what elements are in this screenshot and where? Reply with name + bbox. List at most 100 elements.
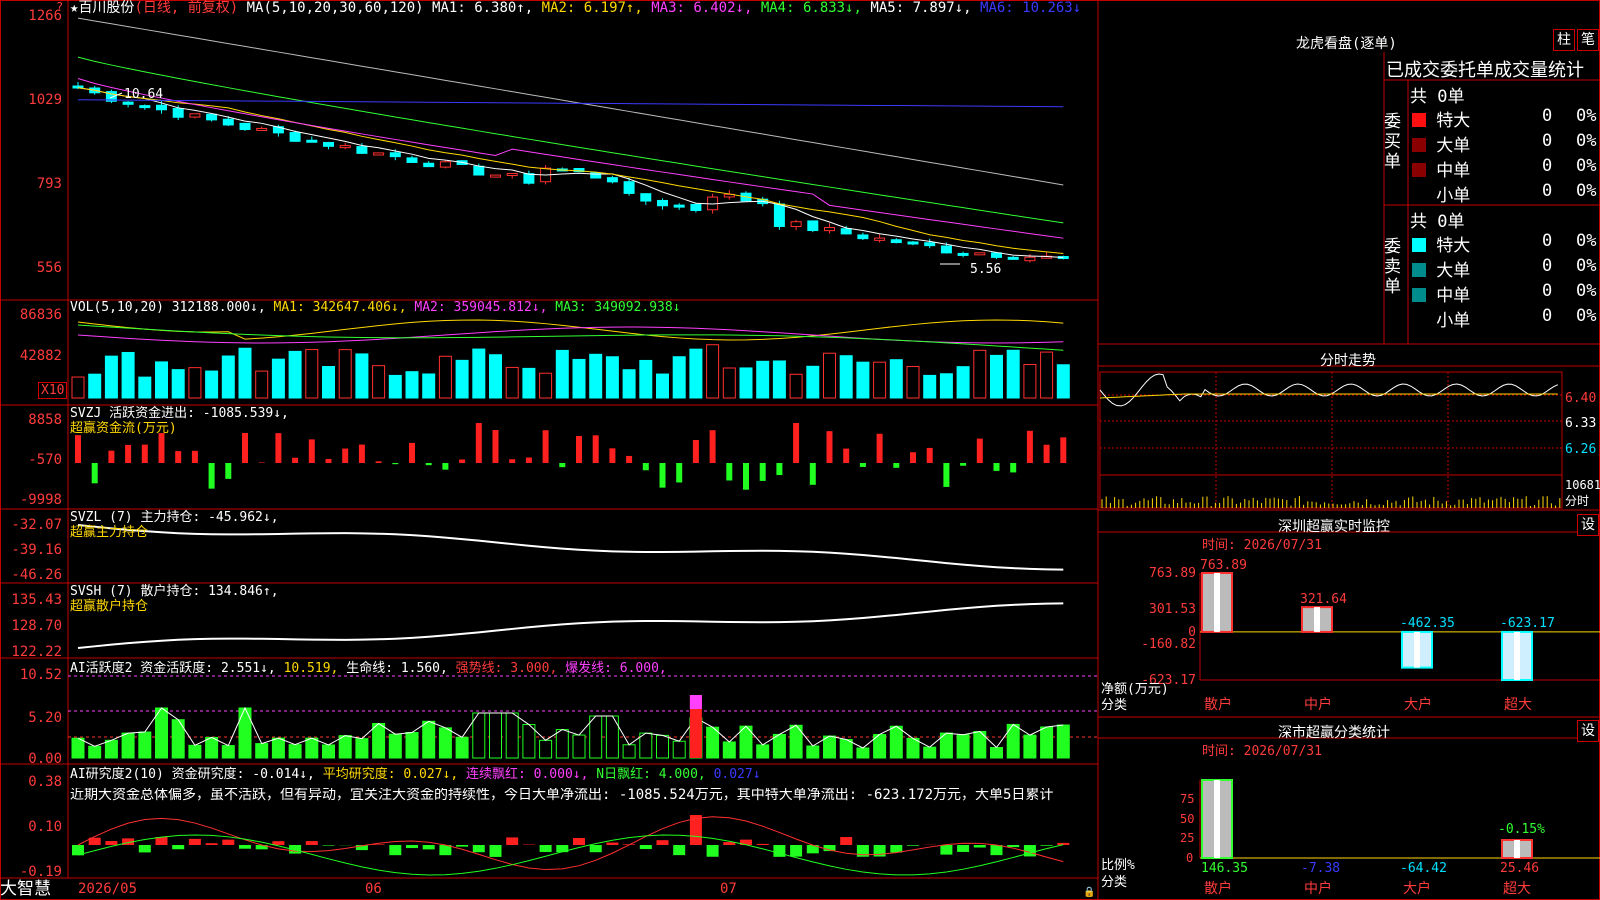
brand-logo[interactable]: 大智慧 (0, 879, 51, 899)
svsh-line (77, 602, 1064, 649)
svzj-bar (392, 463, 399, 465)
ma-line-5 (77, 17, 1064, 186)
ma5-value: MA5: 7.897↓, (870, 0, 972, 16)
ai-res-bar (322, 845, 335, 846)
buy-row: 中单 (1412, 156, 1470, 181)
szm-bar-highlight (1514, 631, 1520, 680)
ai-act-ytick-1: 10.52 (19, 667, 62, 683)
volume-bar (1006, 349, 1020, 399)
volume-bar (939, 373, 953, 399)
outer-frame (0, 0, 1600, 900)
svzl-ytick-1: -32.07 (11, 517, 62, 533)
ai-res-bar (506, 837, 519, 845)
svzj-bar (125, 444, 132, 463)
candle-body (807, 220, 819, 232)
svzj-bar (809, 463, 816, 485)
ai-act-bar (155, 707, 168, 759)
ai-res-bar (606, 842, 619, 845)
ai-act-bar (1023, 734, 1037, 759)
ai-act-bar (422, 720, 436, 759)
ai-res-bar (706, 845, 719, 857)
svzj-bar (843, 448, 850, 463)
sell-count: 0 (1542, 281, 1553, 301)
ai-res-bar (756, 843, 769, 845)
svzj-bar (141, 444, 148, 463)
szm-ytick: -160.82 (1141, 637, 1196, 653)
volume-bar (572, 358, 586, 399)
lhb-bar-mode-button[interactable]: 柱 (1553, 29, 1575, 51)
ai-res-header: AI研究度2(10) 资金研究度: -0.014↓, 平均研究度: 0.027↓… (70, 767, 761, 782)
period-mode[interactable]: (日线, 前复权) (134, 0, 238, 16)
ai-act-bar (1056, 724, 1070, 759)
ma2-value: MA2: 6.197↑, (541, 0, 643, 16)
svzj-bar (1010, 463, 1017, 473)
candle-body (423, 162, 435, 168)
ai-act-bar (405, 732, 419, 759)
ai-act-bar (322, 744, 335, 759)
vol-ma2 (77, 326, 1064, 344)
volume-bar (288, 350, 302, 399)
lock-icon[interactable]: 🔒 (1083, 885, 1095, 900)
szm-value-label: 763.89 (1200, 558, 1247, 573)
svzj-ytick-3: -9998 (19, 492, 62, 508)
candle-body (72, 85, 84, 89)
volume-bar (973, 349, 987, 399)
svzj-bar (375, 461, 382, 463)
sz-class-settings-button[interactable]: 设 (1577, 720, 1599, 742)
ai-act-bar (388, 733, 402, 759)
ai-act-bar (205, 736, 219, 759)
svzj-bar (442, 463, 449, 470)
szm-category: 超大 (1504, 697, 1532, 713)
candle-body (991, 252, 1002, 258)
buy-percent: 0% (1576, 156, 1597, 176)
volume-bar (171, 369, 185, 399)
volume-bar (639, 359, 653, 399)
volume-bar (522, 367, 536, 399)
candle-body (523, 173, 535, 184)
volume-bar (722, 367, 736, 399)
ai-res-bar (489, 845, 502, 857)
svzj-bar (960, 463, 967, 466)
lhb-tick-mode-button[interactable]: 笔 (1577, 29, 1599, 51)
main-ytick-1: 1266 (28, 8, 62, 24)
candle-body (222, 118, 234, 126)
sell-percent: 0% (1576, 306, 1597, 326)
volume-bar (990, 354, 1003, 399)
ai-act-v5: 爆发线: 6.000, (565, 661, 667, 676)
stock-terminal: { "window":{"brand":"大智慧","corner_mark":… (0, 0, 1600, 900)
buy-swatch (1412, 138, 1426, 152)
vol-ma1: MA1: 342647.406↓, (273, 300, 407, 315)
ai-act-v4: 强势线: 3.000, (455, 661, 558, 676)
volume-bar (1023, 364, 1037, 399)
sz-monitor-title: 深圳超赢实时监控 (1278, 519, 1390, 535)
sz-class-val-1: 146.35 (1201, 861, 1248, 876)
ai-act-bar (238, 707, 252, 759)
svzj-bar (191, 450, 198, 463)
volume-bar (656, 373, 669, 399)
szm-ytick: 763.89 (1149, 566, 1196, 581)
buy-swatch (1412, 188, 1426, 202)
svzj-bar (358, 444, 365, 463)
buy-name: 小单 (1426, 186, 1471, 206)
volume-bar (71, 376, 85, 399)
sell-percent: 0% (1576, 231, 1597, 251)
szm-bar-highlight (1314, 607, 1320, 632)
ai-act-bar (522, 724, 536, 759)
vol-unit-badge[interactable]: X10 (38, 382, 68, 399)
intraday-title: 分时走势 (1320, 353, 1376, 369)
sz-monitor-settings-button[interactable]: 设 (1577, 514, 1599, 536)
volume-bar (555, 349, 569, 399)
buy-count: 0 (1542, 181, 1553, 201)
ai-act-bar (956, 734, 970, 759)
ai-res-v3: 连续飘红: 0.000↓, (466, 767, 589, 782)
ai-act-bar (722, 741, 736, 759)
szm-category: 中户 (1304, 697, 1332, 713)
volume-bar (622, 369, 636, 399)
svzj-bar (1060, 437, 1067, 463)
ai-act-v3: 生命线: 1.560, (346, 661, 448, 676)
ai-act-v2: 10.519, (283, 661, 339, 676)
candle-body (406, 157, 418, 163)
volume-bar (923, 374, 937, 399)
buy-name: 特大 (1426, 111, 1471, 131)
svzj-bar (826, 431, 833, 463)
